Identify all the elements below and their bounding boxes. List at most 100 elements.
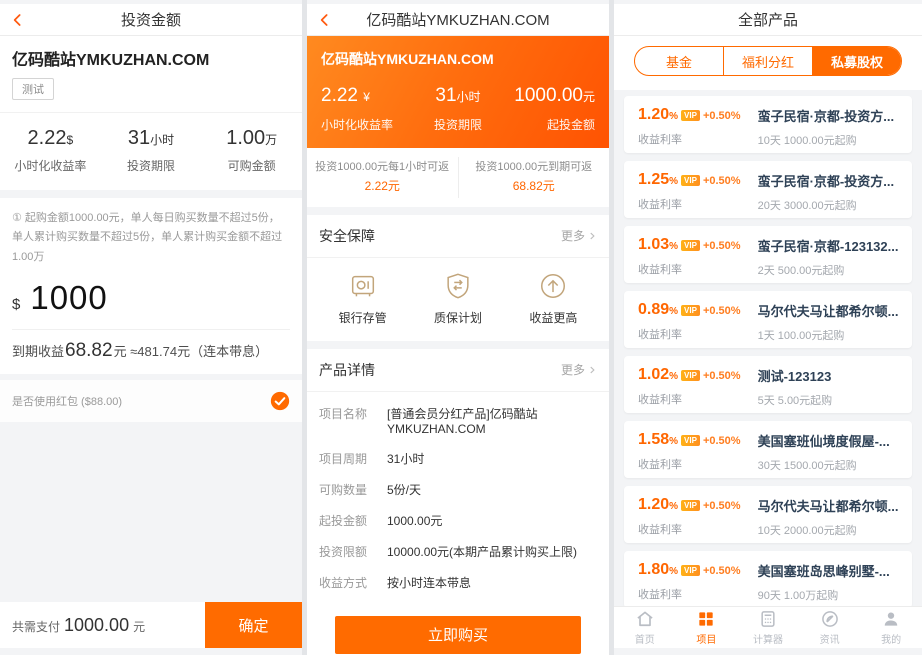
product-rate: 1.03	[638, 236, 669, 254]
product-tag: 测试	[12, 78, 54, 100]
stat-rate-value: 2.22	[28, 127, 67, 149]
stat-term: 31小时 投资期限	[101, 127, 202, 174]
product-summary-card: 亿码酷站YMKUZHAN.COM 2.22 ¥ 小时化收益率 31小时 投资期限…	[307, 36, 609, 148]
pay-unit: 元	[133, 618, 145, 635]
product-title: 美国塞班岛思峰别墅-...	[758, 561, 898, 580]
chevron-right-icon	[587, 365, 597, 375]
security-item-label: 银行存管	[339, 309, 387, 326]
category-tabs: 基金 福利分红 私募股权	[614, 36, 922, 90]
detail-row-label: 起投金额	[319, 512, 387, 529]
product-bonus: +0.50%	[703, 500, 741, 512]
vip-badge: VIP	[681, 240, 700, 251]
product-rate: 1.80	[638, 561, 669, 579]
product-title: 马尔代夫马让都希尔顿...	[758, 496, 898, 515]
product-bonus: +0.50%	[703, 305, 741, 317]
tab-calculator[interactable]: 计算器	[737, 607, 799, 648]
product-bonus: +0.50%	[703, 370, 741, 382]
amount-block: ① 起购金额1000.00元，单人每日购买数量不超过5份，单人累计购买数量不超过…	[0, 198, 302, 374]
product-terms: 30天 1500.00元起购	[758, 457, 898, 473]
tab-projects[interactable]: 项目	[676, 607, 738, 648]
tab-news[interactable]: 资讯	[799, 607, 861, 648]
maturity-return-line: 到期收益 68.82 元 ≈481.74元（连本带息）	[12, 329, 290, 374]
product-rate-label: 收益利率	[638, 586, 758, 602]
detail-row: 可购数量 5份/天	[319, 481, 597, 498]
detail-row-label: 项目周期	[319, 450, 387, 467]
product-rate-label: 收益利率	[638, 131, 758, 147]
product-card[interactable]: 1.20 % VIP +0.50% 收益利率 马尔代夫马让都希尔顿... 10天…	[624, 486, 912, 543]
product-rate: 1.20	[638, 106, 669, 124]
return-maturity-value: 68.82元	[465, 177, 604, 196]
security-item-label: 收益更高	[529, 309, 577, 326]
product-rate: 1.25	[638, 171, 669, 189]
confirm-button[interactable]: 确定	[205, 602, 302, 648]
page-title: 投资金额	[121, 9, 181, 30]
more-label: 更多	[561, 361, 585, 378]
product-bonus: +0.50%	[703, 240, 741, 252]
return-summary-row: 投资1000.00元每1小时可返 2.22元 投资1000.00元到期可返 68…	[307, 148, 609, 207]
product-terms: 90天 1.00万起购	[758, 587, 898, 603]
maturity-value: 68.82	[65, 340, 113, 362]
product-card[interactable]: 1.58 % VIP +0.50% 收益利率 美国塞班仙境度假屋-... 30天…	[624, 421, 912, 478]
security-item-guarantee: 质保计划	[410, 271, 505, 326]
product-rate-percent: %	[669, 241, 678, 252]
security-more-link[interactable]: 更多	[561, 227, 597, 244]
tab-mine[interactable]: 我的	[860, 607, 922, 648]
grid-icon	[696, 609, 716, 629]
product-card[interactable]: 0.89 % VIP +0.50% 收益利率 马尔代夫马让都希尔顿... 1天 …	[624, 291, 912, 348]
product-bonus: +0.50%	[703, 435, 741, 447]
product-rate-label: 收益利率	[638, 326, 758, 342]
product-card[interactable]: 1.03 % VIP +0.50% 收益利率 蛮子民宿·京都-123132...…	[624, 226, 912, 283]
product-title: 马尔代夫马让都希尔顿...	[758, 301, 898, 320]
product-terms: 2天 500.00元起购	[758, 262, 898, 278]
product-title: 测试-123123	[758, 366, 898, 385]
product-card[interactable]: 1.20 % VIP +0.50% 收益利率 蛮子民宿·京都-投资方... 10…	[624, 96, 912, 153]
screen-invest-amount: 投资金额 亿码酷站YMKUZHAN.COM 测试 2.22$ 小时化收益率 31…	[0, 0, 302, 655]
return-hourly-desc: 投资1000.00元每1小时可返	[313, 159, 452, 177]
product-title: 蛮子民宿·京都-投资方...	[758, 106, 898, 125]
detail-row-value: 31小时	[387, 450, 424, 467]
tab-home-label: 首页	[635, 631, 655, 646]
product-card[interactable]: 1.25 % VIP +0.50% 收益利率 蛮子民宿·京都-投资方... 20…	[624, 161, 912, 218]
tab-calculator-label: 计算器	[753, 631, 783, 646]
product-card[interactable]: 1.80 % VIP +0.50% 收益利率 美国塞班岛思峰别墅-... 90天…	[624, 551, 912, 606]
product-bonus: +0.50%	[703, 175, 741, 187]
product-rate: 1.58	[638, 431, 669, 449]
total-pay: 共需支付 1000.00 元	[0, 615, 205, 636]
page-title: 全部产品	[738, 9, 798, 30]
card-term-value: 31	[435, 85, 456, 106]
redpacket-toggle[interactable]	[270, 391, 290, 411]
card-term-unit: 小时	[457, 90, 481, 104]
stat-term-unit: 小时	[150, 133, 174, 147]
tab-home[interactable]: 首页	[614, 607, 676, 648]
product-bonus: +0.50%	[703, 565, 741, 577]
product-card[interactable]: 1.02 % VIP +0.50% 收益利率 测试-123123 5天 5.00…	[624, 356, 912, 413]
category-tab[interactable]: 私募股权	[812, 47, 901, 75]
vip-badge: VIP	[681, 370, 700, 381]
check-circle-icon	[270, 391, 290, 411]
product-stats: 2.22$ 小时化收益率 31小时 投资期限 1.00万 可购金额	[0, 113, 302, 190]
product-title: 蛮子民宿·京都-123132...	[758, 236, 898, 255]
tab-projects-label: 项目	[696, 631, 716, 646]
buy-now-button[interactable]: 立即购买	[335, 616, 581, 654]
stat-quota-label: 可购金额	[201, 157, 302, 174]
category-tab[interactable]: 福利分红	[723, 47, 812, 75]
calculator-icon	[758, 609, 778, 629]
product-terms: 1天 100.00元起购	[758, 327, 898, 343]
amount-input[interactable]: $ 1000	[0, 273, 302, 329]
detail-row-value: 1000.00元	[387, 512, 442, 529]
detail-row-value: [普通会员分红产品]亿码酷站YMKUZHAN.COM	[387, 405, 597, 436]
stat-quota-value: 1.00	[226, 127, 265, 149]
product-rate-label: 收益利率	[638, 456, 758, 472]
back-button[interactable]	[317, 4, 333, 35]
card-stat-rate: 2.22 ¥ 小时化收益率	[321, 85, 412, 133]
return-hourly: 投资1000.00元每1小时可返 2.22元	[307, 157, 458, 198]
product-rate-percent: %	[669, 371, 678, 382]
bottom-tab-bar: 首页 项目 计算器 资讯 我的	[614, 606, 922, 648]
tab-news-label: 资讯	[820, 631, 840, 646]
product-title: 蛮子民宿·京都-投资方...	[758, 171, 898, 190]
back-chevron-icon	[317, 12, 333, 28]
header-invest: 投资金额	[0, 4, 302, 36]
detail-more-link[interactable]: 更多	[561, 361, 597, 378]
category-tab[interactable]: 基金	[635, 47, 723, 75]
back-button[interactable]	[10, 4, 26, 35]
